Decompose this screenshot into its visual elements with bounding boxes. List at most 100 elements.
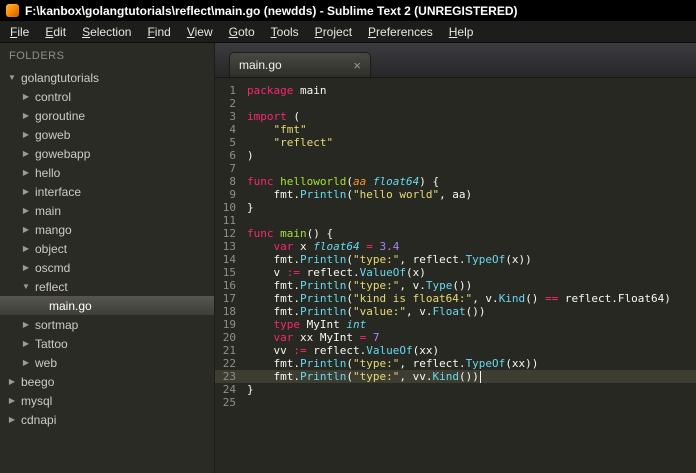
- tree-item-label: mysql: [21, 393, 53, 408]
- code-line-10[interactable]: 10}: [215, 201, 696, 214]
- chevron-right-icon[interactable]: ▶: [6, 415, 18, 424]
- chevron-right-icon[interactable]: ▶: [20, 320, 32, 329]
- line-content: fmt.Println("hello world", aa): [247, 188, 473, 201]
- menu-view[interactable]: View: [179, 22, 221, 42]
- menu-goto[interactable]: Goto: [221, 22, 263, 42]
- code-line-8[interactable]: 8 func helloworld(aa float64) {: [215, 175, 696, 188]
- code-line-21[interactable]: 21 vv := reflect.ValueOf(xx): [215, 344, 696, 357]
- line-number: 13: [222, 240, 236, 253]
- line-number: 20: [222, 331, 236, 344]
- tree-item-gowebapp[interactable]: ▶ gowebapp: [0, 144, 214, 163]
- code-line-1[interactable]: 1 package main: [215, 84, 696, 97]
- code-line-22[interactable]: 22 fmt.Println("type:", reflect.TypeOf(x…: [215, 357, 696, 370]
- chevron-down-icon[interactable]: ▼: [6, 73, 18, 82]
- code-line-12[interactable]: 12 func main() {: [215, 227, 696, 240]
- tree-item-label: Tattoo: [35, 336, 68, 351]
- code-line-9[interactable]: 9 fmt.Println("hello world", aa): [215, 188, 696, 201]
- code-line-20[interactable]: 20 var xx MyInt = 7: [215, 331, 696, 344]
- code-line-7[interactable]: 7: [215, 162, 696, 175]
- tab-main-go[interactable]: main.go ×: [229, 52, 371, 77]
- chevron-right-icon[interactable]: ▶: [20, 149, 32, 158]
- chevron-right-icon[interactable]: ▶: [20, 358, 32, 367]
- tree-item-reflect[interactable]: ▼ reflect: [0, 277, 214, 296]
- tree-item-beego[interactable]: ▶ beego: [0, 372, 214, 391]
- code-line-5[interactable]: 5 "reflect": [215, 136, 696, 149]
- chevron-right-icon[interactable]: ▶: [20, 225, 32, 234]
- sidebar: FOLDERS ▼ golangtutorials ▶ control ▶ gorouti…: [0, 43, 215, 473]
- chevron-right-icon[interactable]: ▶: [20, 187, 32, 196]
- chevron-right-icon[interactable]: ▶: [20, 339, 32, 348]
- line-number: 11: [222, 214, 236, 227]
- tree-item-cdnapi[interactable]: ▶ cdnapi: [0, 410, 214, 429]
- line-content: "fmt": [273, 123, 307, 136]
- chevron-right-icon[interactable]: ▶: [20, 168, 32, 177]
- menu-file[interactable]: File: [2, 22, 37, 42]
- code-line-11[interactable]: 11: [215, 214, 696, 227]
- tree-item-interface[interactable]: ▶ interface: [0, 182, 214, 201]
- line-content: package main: [247, 84, 327, 97]
- line-number: 14: [222, 253, 236, 266]
- code-line-4[interactable]: 4 "fmt": [215, 123, 696, 136]
- tree-item-web[interactable]: ▶ web: [0, 353, 214, 372]
- line-number: 15: [222, 266, 236, 279]
- chevron-right-icon[interactable]: ▶: [6, 396, 18, 405]
- code-line-14[interactable]: 14 fmt.Println("type:", reflect.TypeOf(x…: [215, 253, 696, 266]
- tree-item-hello[interactable]: ▶ hello: [0, 163, 214, 182]
- tab-close-icon[interactable]: ×: [353, 59, 361, 72]
- code-line-2[interactable]: 2: [215, 97, 696, 110]
- sublime-app-icon: [6, 4, 19, 17]
- chevron-down-icon[interactable]: ▼: [20, 282, 32, 291]
- menu-project[interactable]: Project: [307, 22, 360, 42]
- menu-edit[interactable]: Edit: [37, 22, 74, 42]
- code-line-19[interactable]: 19 type MyInt int: [215, 318, 696, 331]
- tree-item-label: hello: [35, 165, 61, 180]
- code-line-17[interactable]: 17 fmt.Println("kind is float64:", v.Kin…: [215, 292, 696, 305]
- tree-item-main[interactable]: ▶ main: [0, 201, 214, 220]
- code-line-23[interactable]: 23 fmt.Println("type:", vv.Kind()): [215, 370, 696, 383]
- chevron-right-icon[interactable]: ▶: [20, 263, 32, 272]
- chevron-right-icon[interactable]: ▶: [20, 111, 32, 120]
- chevron-right-icon[interactable]: ▶: [20, 92, 32, 101]
- tree-item-mysql[interactable]: ▶ mysql: [0, 391, 214, 410]
- tree-item-label: goroutine: [35, 108, 86, 123]
- menu-find[interactable]: Find: [139, 22, 178, 42]
- line-content: fmt.Println("value:", v.Float()): [247, 305, 486, 318]
- menu-tools[interactable]: Tools: [263, 22, 307, 42]
- line-number: 12: [222, 227, 236, 240]
- line-number: 1: [229, 84, 236, 97]
- line-content: fmt.Println("kind is float64:", v.Kind()…: [247, 292, 671, 305]
- tree-item-main-go[interactable]: main.go: [0, 296, 214, 315]
- tree-item-goweb[interactable]: ▶ goweb: [0, 125, 214, 144]
- line-content: import (: [247, 110, 300, 123]
- code-area[interactable]: 1 package main 2 3 import (4 "fmt" 5 "reflect…: [215, 78, 696, 473]
- tree-item-label: object: [35, 241, 68, 256]
- line-number: 9: [229, 188, 236, 201]
- code-line-18[interactable]: 18 fmt.Println("value:", v.Float()): [215, 305, 696, 318]
- tree-item-goroutine[interactable]: ▶ goroutine: [0, 106, 214, 125]
- line-number: 23: [222, 370, 236, 383]
- code-line-3[interactable]: 3 import (: [215, 110, 696, 123]
- tree-item-object[interactable]: ▶ object: [0, 239, 214, 258]
- tree-item-sortmap[interactable]: ▶ sortmap: [0, 315, 214, 334]
- menu-selection[interactable]: Selection: [74, 22, 139, 42]
- code-line-16[interactable]: 16 fmt.Println("type:", v.Type()): [215, 279, 696, 292]
- chevron-right-icon[interactable]: ▶: [20, 206, 32, 215]
- menu-preferences[interactable]: Preferences: [360, 22, 441, 42]
- tree-item-golangtutorials[interactable]: ▼ golangtutorials: [0, 68, 214, 87]
- chevron-right-icon[interactable]: ▶: [6, 377, 18, 386]
- code-line-25[interactable]: 25: [215, 396, 696, 409]
- tree-item-control[interactable]: ▶ control: [0, 87, 214, 106]
- code-line-24[interactable]: 24}: [215, 383, 696, 396]
- tree-item-label: beego: [21, 374, 55, 389]
- tree-item-tattoo[interactable]: ▶ Tattoo: [0, 334, 214, 353]
- chevron-right-icon[interactable]: ▶: [20, 130, 32, 139]
- menu-help[interactable]: Help: [441, 22, 482, 42]
- line-number: 3: [229, 110, 236, 123]
- tree-item-label: sortmap: [35, 317, 79, 332]
- tree-item-mango[interactable]: ▶ mango: [0, 220, 214, 239]
- code-line-13[interactable]: 13 var x float64 = 3.4: [215, 240, 696, 253]
- tree-item-oscmd[interactable]: ▶ oscmd: [0, 258, 214, 277]
- chevron-right-icon[interactable]: ▶: [20, 244, 32, 253]
- code-line-6[interactable]: 6): [215, 149, 696, 162]
- code-line-15[interactable]: 15 v := reflect.ValueOf(x): [215, 266, 696, 279]
